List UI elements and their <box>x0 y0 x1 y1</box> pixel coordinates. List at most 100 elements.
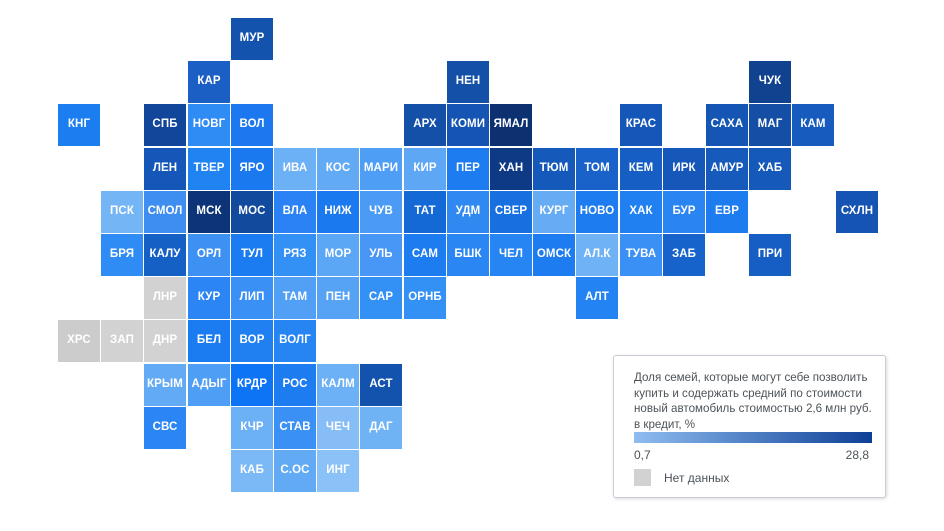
map-tile-яро[interactable]: ЯРО <box>231 148 273 190</box>
map-tile-бур[interactable]: БУР <box>663 191 705 233</box>
map-tile-чук[interactable]: ЧУК <box>749 61 791 103</box>
map-tile-ал.к[interactable]: АЛ.К <box>576 234 618 276</box>
map-tile-нен[interactable]: НЕН <box>447 61 489 103</box>
map-tile-label: ЗАБ <box>671 248 697 261</box>
map-tile-вор[interactable]: ВОР <box>231 320 273 362</box>
map-tile-твер[interactable]: ТВЕР <box>188 148 230 190</box>
legend-panel: Доля семей, которые могут себе позволить… <box>613 355 886 498</box>
map-tile-кам[interactable]: КАМ <box>792 104 834 146</box>
map-tile-тюм[interactable]: ТЮМ <box>533 148 575 190</box>
map-tile-хаб[interactable]: ХАБ <box>749 148 791 190</box>
map-tile-свер[interactable]: СВЕР <box>490 191 532 233</box>
map-tile-уль[interactable]: УЛЬ <box>360 234 402 276</box>
map-tile-спб[interactable]: СПБ <box>144 104 186 146</box>
map-tile-мур[interactable]: МУР <box>231 18 273 60</box>
map-tile-став[interactable]: СТАВ <box>274 407 316 449</box>
map-tile-крым[interactable]: КРЫМ <box>144 364 186 406</box>
map-tile-кос[interactable]: КОС <box>317 148 359 190</box>
map-tile-лен[interactable]: ЛЕН <box>144 148 186 190</box>
map-tile-ива[interactable]: ИВА <box>274 148 316 190</box>
map-tile-схлн[interactable]: СХЛН <box>836 191 878 233</box>
map-tile-хак[interactable]: ХАК <box>620 191 662 233</box>
map-tile-пер[interactable]: ПЕР <box>447 148 489 190</box>
map-tile-кург[interactable]: КУРГ <box>533 191 575 233</box>
map-tile-label: С.ОС <box>280 464 310 477</box>
map-tile-label: САМ <box>411 248 439 261</box>
map-tile-омск[interactable]: ОМСК <box>533 234 575 276</box>
map-tile-мск[interactable]: МСК <box>188 191 230 233</box>
map-tile-бря[interactable]: БРЯ <box>101 234 143 276</box>
map-tile-мос[interactable]: МОС <box>231 191 273 233</box>
map-tile-каб[interactable]: КАБ <box>231 450 273 492</box>
map-tile-хрс[interactable]: ХРС <box>58 320 100 362</box>
map-tile-при[interactable]: ПРИ <box>749 234 791 276</box>
map-tile-тул[interactable]: ТУЛ <box>231 234 273 276</box>
map-tile-ново[interactable]: НОВО <box>576 191 618 233</box>
map-tile-хан[interactable]: ХАН <box>490 148 532 190</box>
map-tile-лнр[interactable]: ЛНР <box>144 277 186 319</box>
map-tile-label: КАР <box>197 75 221 88</box>
map-tile-кир[interactable]: КИР <box>404 148 446 190</box>
map-tile-label: ТУЛ <box>240 248 264 261</box>
map-tile-зап[interactable]: ЗАП <box>101 320 143 362</box>
map-tile-орл[interactable]: ОРЛ <box>188 234 230 276</box>
map-tile-сар[interactable]: САР <box>360 277 402 319</box>
map-tile-днр[interactable]: ДНР <box>144 320 186 362</box>
map-tile-евр[interactable]: ЕВР <box>706 191 748 233</box>
map-tile-удм[interactable]: УДМ <box>447 191 489 233</box>
map-tile-кнг[interactable]: КНГ <box>58 104 100 146</box>
map-tile-кчр[interactable]: КЧР <box>231 407 273 449</box>
map-tile-амур[interactable]: АМУР <box>706 148 748 190</box>
map-tile-коми[interactable]: КОМИ <box>447 104 489 146</box>
map-tile-свс[interactable]: СВС <box>144 407 186 449</box>
map-tile-label: КУРГ <box>539 205 569 218</box>
map-tile-маг[interactable]: МАГ <box>749 104 791 146</box>
map-tile-label: МОС <box>238 205 266 218</box>
map-tile-пск[interactable]: ПСК <box>101 191 143 233</box>
map-tile-рос[interactable]: РОС <box>274 364 316 406</box>
map-tile-крдр[interactable]: КРДР <box>231 364 273 406</box>
map-tile-орнб[interactable]: ОРНБ <box>404 277 446 319</box>
map-tile-заб[interactable]: ЗАБ <box>663 234 705 276</box>
map-tile-кем[interactable]: КЕМ <box>620 148 662 190</box>
map-tile-том[interactable]: ТОМ <box>576 148 618 190</box>
map-tile-новг[interactable]: НОВГ <box>188 104 230 146</box>
map-tile-label: БЕЛ <box>196 334 222 347</box>
map-tile-арх[interactable]: АРХ <box>404 104 446 146</box>
map-tile-бел[interactable]: БЕЛ <box>188 320 230 362</box>
map-tile-чел[interactable]: ЧЕЛ <box>490 234 532 276</box>
map-tile-саха[interactable]: САХА <box>706 104 748 146</box>
map-tile-тува[interactable]: ТУВА <box>620 234 662 276</box>
map-tile-крас[interactable]: КРАС <box>620 104 662 146</box>
map-tile-лип[interactable]: ЛИП <box>231 277 273 319</box>
map-tile-кур[interactable]: КУР <box>188 277 230 319</box>
map-tile-смол[interactable]: СМОЛ <box>144 191 186 233</box>
map-tile-адыг[interactable]: АДЫГ <box>188 364 230 406</box>
map-tile-с.ос[interactable]: С.ОС <box>274 450 316 492</box>
map-tile-тат[interactable]: ТАТ <box>404 191 446 233</box>
map-tile-мор[interactable]: МОР <box>317 234 359 276</box>
map-tile-сам[interactable]: САМ <box>404 234 446 276</box>
map-tile-бшк[interactable]: БШК <box>447 234 489 276</box>
map-tile-инг[interactable]: ИНГ <box>317 450 359 492</box>
map-tile-волг[interactable]: ВОЛГ <box>274 320 316 362</box>
map-tile-label: САХА <box>710 118 744 131</box>
map-tile-ямал[interactable]: ЯМАЛ <box>490 104 532 146</box>
map-tile-калу[interactable]: КАЛУ <box>144 234 186 276</box>
map-tile-мари[interactable]: МАРИ <box>360 148 402 190</box>
map-tile-пен[interactable]: ПЕН <box>317 277 359 319</box>
map-tile-калм[interactable]: КАЛМ <box>317 364 359 406</box>
map-tile-ряз[interactable]: РЯЗ <box>274 234 316 276</box>
map-tile-ирк[interactable]: ИРК <box>663 148 705 190</box>
map-tile-ниж[interactable]: НИЖ <box>317 191 359 233</box>
map-tile-вла[interactable]: ВЛА <box>274 191 316 233</box>
map-tile-даг[interactable]: ДАГ <box>360 407 402 449</box>
map-tile-кар[interactable]: КАР <box>188 61 230 103</box>
map-tile-чув[interactable]: ЧУВ <box>360 191 402 233</box>
map-tile-аст[interactable]: АСТ <box>360 364 402 406</box>
map-tile-алт[interactable]: АЛТ <box>576 277 618 319</box>
map-tile-там[interactable]: ТАМ <box>274 277 316 319</box>
map-tile-чеч[interactable]: ЧЕЧ <box>317 407 359 449</box>
map-tile-вол[interactable]: ВОЛ <box>231 104 273 146</box>
map-tile-label: ТВЕР <box>193 162 225 175</box>
